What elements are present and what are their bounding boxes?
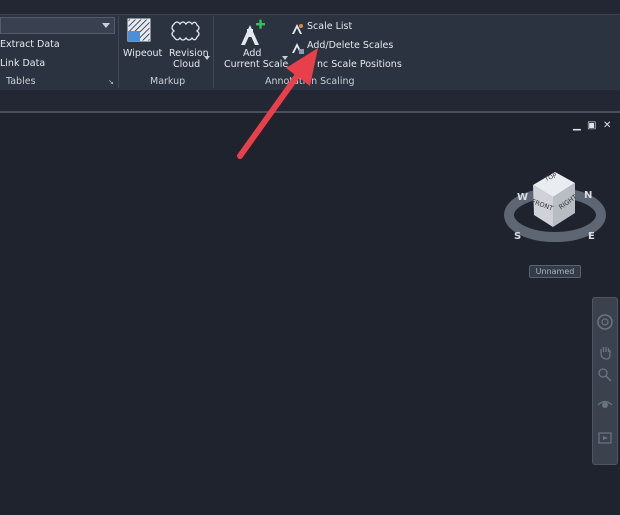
compass-west[interactable]: W: [517, 193, 528, 203]
wipeout-button[interactable]: Wipeout: [123, 48, 162, 59]
panel-launcher-icon[interactable]: ↘: [108, 79, 114, 86]
panel-divider: [118, 16, 119, 88]
scale-list-icon[interactable]: [291, 20, 304, 34]
tables-panel-title: Tables: [6, 76, 36, 87]
orbit-icon[interactable]: [597, 397, 613, 413]
extract-data-button[interactable]: Extract Data: [0, 39, 60, 50]
steering-wheel-icon[interactable]: [596, 313, 614, 331]
compass-south[interactable]: S: [514, 232, 521, 242]
chevron-down-icon: [102, 23, 110, 28]
revision-cloud-line1[interactable]: Revision: [169, 48, 209, 59]
scale-list-button[interactable]: Scale List: [307, 21, 352, 32]
compass-north[interactable]: N: [584, 191, 592, 201]
wipeout-icon[interactable]: [125, 18, 153, 44]
annotation-arrow: [230, 40, 330, 165]
zoom-icon[interactable]: [597, 367, 613, 383]
showmotion-icon[interactable]: [597, 430, 613, 446]
restore-icon[interactable]: ▣: [587, 121, 596, 131]
table-style-dropdown[interactable]: [0, 17, 115, 34]
close-icon[interactable]: ✕: [603, 121, 611, 131]
revision-cloud-dropdown-icon[interactable]: [204, 56, 210, 60]
markup-panel-title: Markup: [150, 76, 186, 87]
revision-cloud-line2[interactable]: Cloud: [173, 59, 200, 70]
compass-east[interactable]: E: [588, 232, 595, 242]
minimize-icon[interactable]: ▁: [573, 121, 581, 131]
link-data-button[interactable]: Link Data: [0, 58, 45, 69]
title-strip: [0, 0, 620, 14]
panel-divider: [213, 16, 214, 88]
viewport-name-label[interactable]: Unnamed: [529, 265, 581, 278]
revision-cloud-icon[interactable]: [170, 19, 200, 43]
pan-icon[interactable]: [597, 344, 613, 360]
